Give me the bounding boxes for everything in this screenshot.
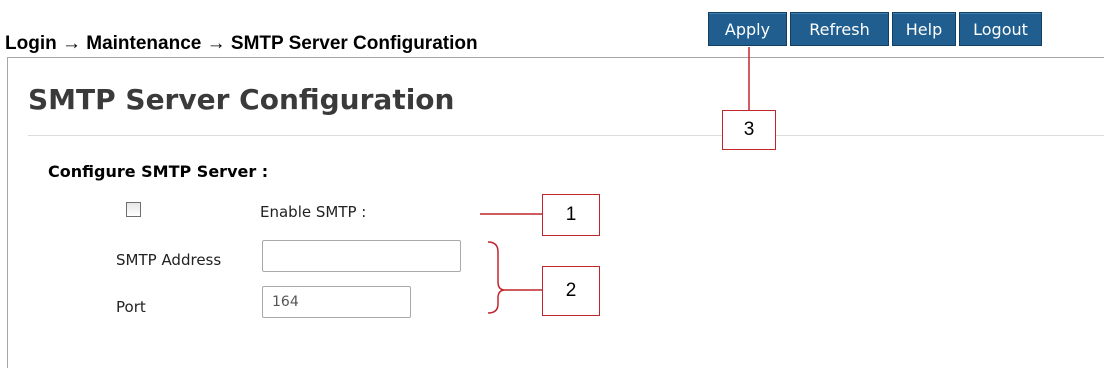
- callout-2: 2: [542, 266, 600, 316]
- callout-2-bracket: [487, 241, 506, 314]
- callout-1: 1: [542, 194, 600, 236]
- callout-3: 3: [722, 110, 776, 150]
